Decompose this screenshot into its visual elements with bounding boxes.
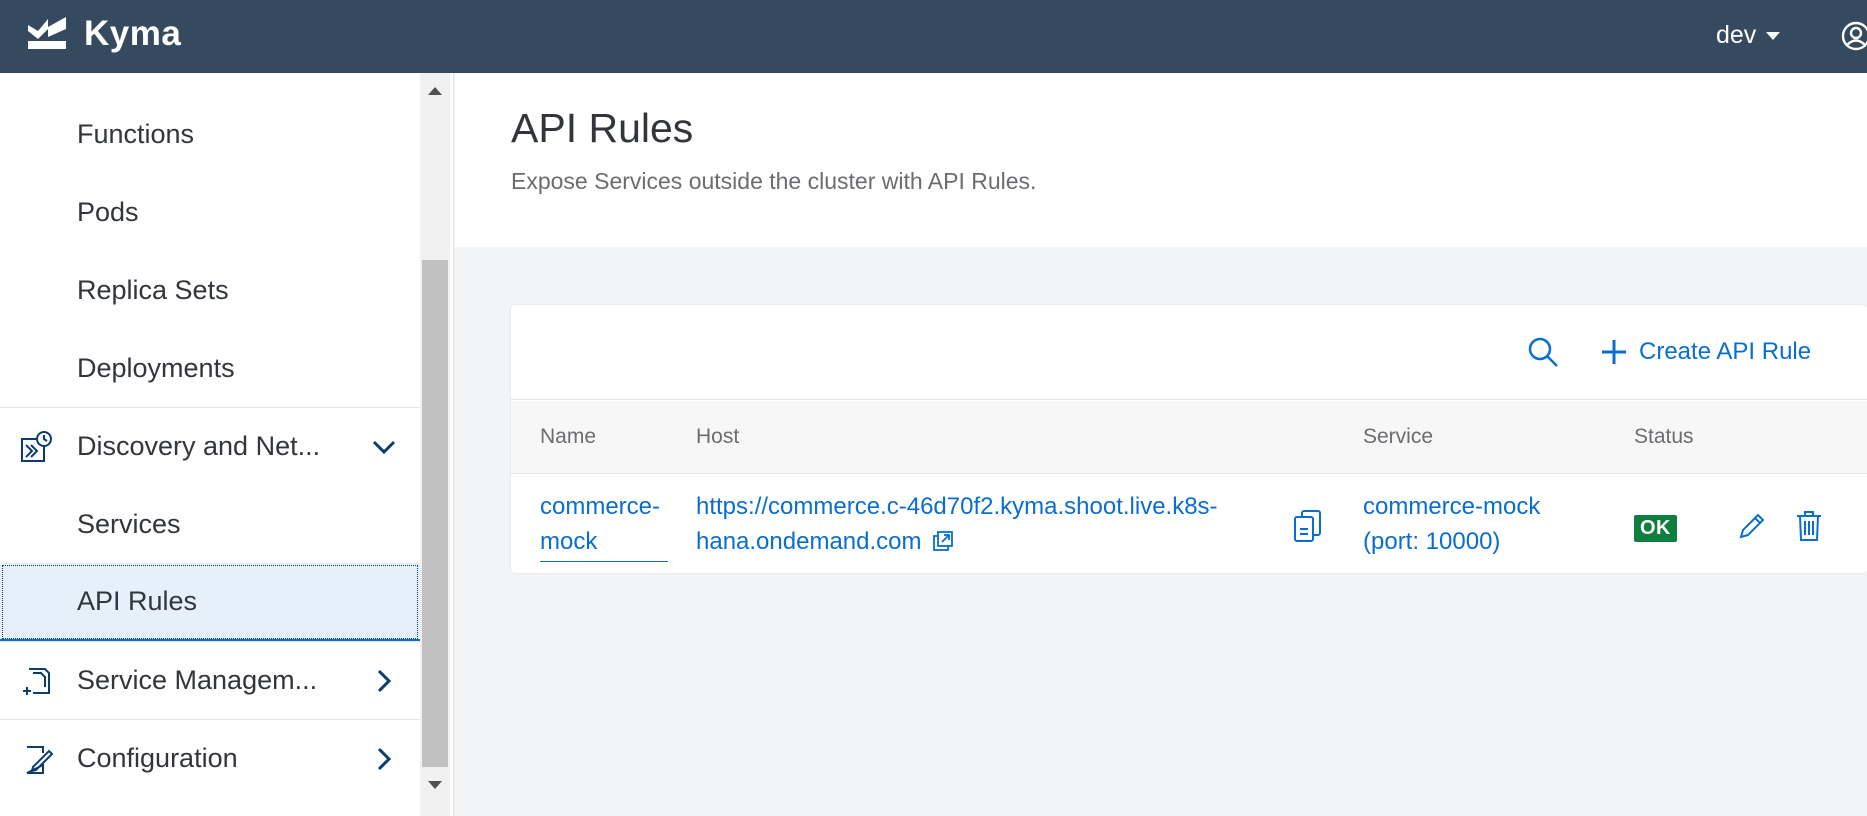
delete-icon[interactable] xyxy=(1794,510,1824,542)
sidebar-item-label: API Rules xyxy=(77,585,198,616)
table-row: commerce- mock https://commerce.c-46d70f… xyxy=(511,475,1867,573)
table-header: Name Host Service Status xyxy=(511,401,1867,474)
sidebar-scrollbar[interactable] xyxy=(420,73,450,816)
copy-icon[interactable] xyxy=(1293,509,1323,543)
kyma-logo-icon xyxy=(28,17,66,49)
chevron-right-icon[interactable] xyxy=(370,667,398,695)
sidebar-item-label: Replica Sets xyxy=(77,274,229,305)
status-badge: OK xyxy=(1634,515,1677,542)
host-line-1: https://commerce.c-46d70f2.kyma.shoot.li… xyxy=(696,493,1218,520)
external-link-icon xyxy=(932,531,953,551)
page-title: API Rules xyxy=(511,105,694,151)
sidebar-item-service-management[interactable]: Service Managem... xyxy=(0,641,420,719)
panel-toolbar: Create API Rule xyxy=(511,305,1867,400)
chevron-down-icon[interactable] xyxy=(370,433,398,461)
app-name: Kyma xyxy=(84,14,182,53)
create-api-rule-button[interactable]: Create API Rule xyxy=(1601,332,1811,372)
sidebar-item-label: Discovery and Net... xyxy=(77,431,321,461)
create-api-rule-label: Create API Rule xyxy=(1639,338,1812,365)
edit-icon[interactable] xyxy=(1737,511,1767,541)
api-rules-panel: Create API Rule Name Host Service Status… xyxy=(511,305,1867,573)
configuration-icon xyxy=(26,745,54,774)
column-header-status: Status xyxy=(1634,425,1694,448)
user-icon[interactable] xyxy=(1840,20,1867,52)
namespace-label: dev xyxy=(1716,21,1757,49)
namespace-dropdown[interactable]: dev xyxy=(1716,21,1781,50)
sidebar-item-configuration[interactable]: Configuration xyxy=(0,719,420,797)
scrollbar-thumb[interactable] xyxy=(422,260,448,767)
column-header-host: Host xyxy=(696,425,740,448)
kyma-logo[interactable]: Kyma xyxy=(26,14,181,54)
sidebar-item-pods[interactable]: Pods xyxy=(0,173,420,251)
caret-down-icon xyxy=(1766,31,1781,40)
sidebar-item-replica-sets[interactable]: Replica Sets xyxy=(0,251,420,329)
sidebar: Functions Pods Replica Sets Deployments … xyxy=(0,73,454,816)
sidebar-item-functions[interactable]: Functions xyxy=(0,95,420,173)
host-line-2: hana.ondemand.com xyxy=(696,528,922,555)
sidebar-item-discovery-network[interactable]: Discovery and Net... xyxy=(0,407,420,485)
api-rule-name-link[interactable]: commerce- mock xyxy=(540,489,668,562)
side-navigation: Functions Pods Replica Sets Deployments … xyxy=(0,73,420,816)
sidebar-item-label: Service Managem... xyxy=(77,665,318,695)
host-link[interactable]: https://commerce.c-46d70f2.kyma.shoot.li… xyxy=(696,489,1256,559)
plus-icon xyxy=(1602,340,1626,364)
name-line-2: mock xyxy=(540,528,598,555)
sidebar-item-label: Services xyxy=(77,508,181,539)
service-management-icon xyxy=(23,667,50,695)
page-description: Expose Services outside the cluster with… xyxy=(511,168,1037,194)
service-line-2: (port: 10000) xyxy=(1363,528,1501,555)
sidebar-item-label: Configuration xyxy=(77,743,238,773)
shell-bar: Kyma dev xyxy=(0,0,1867,73)
sidebar-item-label: Pods xyxy=(77,196,139,227)
column-header-service: Service xyxy=(1363,425,1434,448)
discovery-network-icon xyxy=(21,430,52,462)
service-line-1: commerce-mock xyxy=(1363,493,1541,520)
search-icon[interactable] xyxy=(1526,335,1560,369)
service-link[interactable]: commerce-mock (port: 10000) xyxy=(1363,489,1563,559)
sidebar-item-api-rules[interactable]: API Rules xyxy=(0,563,420,641)
scroll-down-arrow-icon[interactable] xyxy=(428,781,442,789)
scroll-up-arrow-icon[interactable] xyxy=(428,87,442,95)
column-header-name: Name xyxy=(540,425,597,448)
sidebar-item-deployments[interactable]: Deployments xyxy=(0,329,420,407)
sidebar-item-label: Functions xyxy=(77,118,195,149)
page-header: API Rules Expose Services outside the cl… xyxy=(455,73,1867,247)
sidebar-item-label: Deployments xyxy=(77,352,235,383)
name-line-1: commerce- xyxy=(540,493,661,520)
chevron-right-icon[interactable] xyxy=(370,745,398,773)
sidebar-item-services[interactable]: Services xyxy=(0,485,420,563)
